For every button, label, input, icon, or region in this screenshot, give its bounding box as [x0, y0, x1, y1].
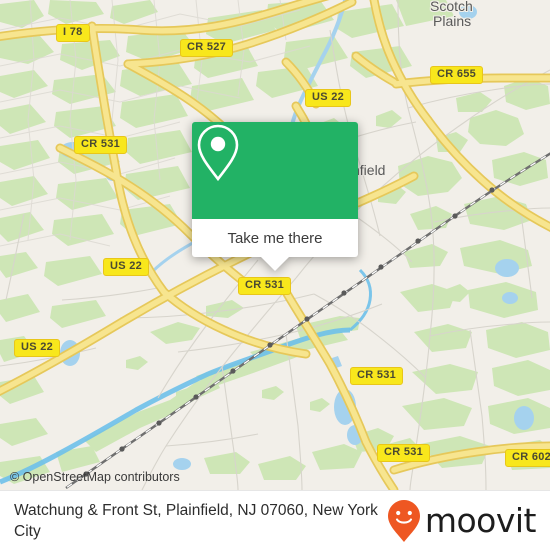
road-shield: CR 531: [350, 367, 404, 385]
road-shield: CR 531: [238, 277, 292, 295]
road-shield: US 22: [103, 258, 150, 276]
moovit-map-screen: Scotch Plains nfield I 78 CR 527 CR 655 US 22…: [0, 0, 550, 550]
road-shield: US 22: [14, 339, 61, 357]
destination-popup-card[interactable]: Take me there: [192, 122, 358, 271]
road-shield: CR 531: [74, 136, 128, 154]
take-me-there-label: Take me there: [227, 229, 323, 247]
moovit-wordmark: moovit: [424, 501, 537, 540]
popup-pointer-tail: [260, 256, 290, 271]
moovit-smiley-pin-icon: [387, 499, 421, 543]
take-me-there-button[interactable]: Take me there: [192, 219, 358, 257]
road-shield: US 22: [305, 89, 352, 107]
road-shield: CR 527: [180, 39, 234, 57]
place-label: Plains: [433, 13, 472, 29]
road-shield: I 78: [56, 24, 90, 42]
moovit-brand[interactable]: moovit: [387, 499, 537, 543]
address-text: Watchung & Front St, Plainfield, NJ 0706…: [14, 501, 378, 540]
footer-bar: Watchung & Front St, Plainfield, NJ 0706…: [0, 490, 550, 550]
road-shield: CR 655: [430, 66, 484, 84]
osm-attribution: © OpenStreetMap contributors: [10, 470, 180, 484]
map-canvas[interactable]: Scotch Plains nfield I 78 CR 527 CR 655 US 22…: [0, 0, 550, 490]
popup-pin-panel: [192, 122, 358, 219]
place-label: Scotch: [430, 0, 473, 14]
road-shield: CR 531: [377, 444, 431, 462]
road-shield: CR 602: [505, 449, 550, 467]
